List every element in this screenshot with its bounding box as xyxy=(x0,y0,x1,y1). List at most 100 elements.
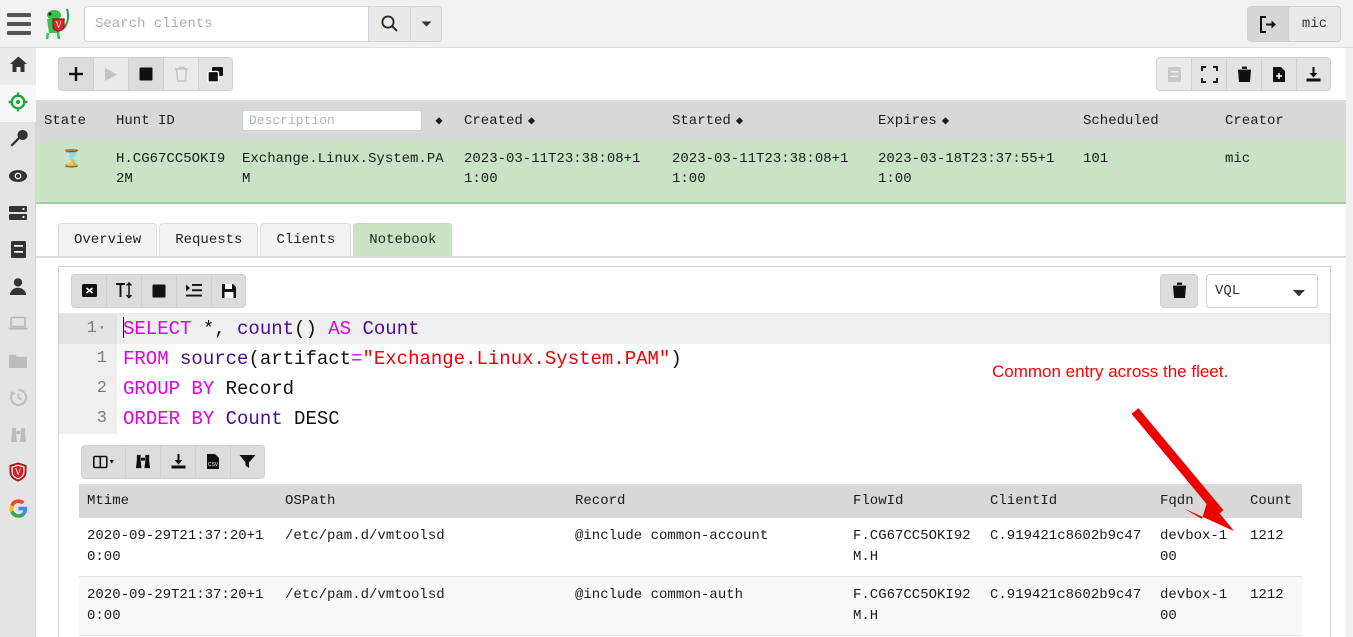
tab-clients[interactable]: Clients xyxy=(260,222,352,256)
stop-hunt-button[interactable] xyxy=(128,57,163,91)
column-label: State xyxy=(44,112,87,129)
hamburger-bar xyxy=(7,30,31,35)
sidebar-item-files[interactable] xyxy=(0,344,36,381)
username-button[interactable]: mic xyxy=(1289,6,1341,42)
column-label: Creator xyxy=(1225,112,1284,129)
column-header-fqdn[interactable]: Fqdn xyxy=(1152,483,1242,518)
column-header-ospath[interactable]: OSPath xyxy=(277,483,567,518)
search-icon[interactable] xyxy=(368,5,410,42)
column-header-flowid[interactable]: FlowId xyxy=(845,483,982,518)
username-label: mic xyxy=(1301,16,1328,32)
book-icon xyxy=(10,240,27,263)
sidebar-item-google[interactable] xyxy=(0,492,36,529)
sidebar-item-users[interactable] xyxy=(0,270,36,307)
notebook-cell-toolbar: VQL xyxy=(59,266,1330,314)
tab-label: Clients xyxy=(276,231,336,248)
text-height-button[interactable] xyxy=(106,273,141,308)
column-header-created[interactable]: Created ◆ xyxy=(456,100,664,141)
column-label: Started xyxy=(672,112,731,129)
sidebar-item-artifacts[interactable] xyxy=(0,122,36,159)
sidebar-item-client-view[interactable] xyxy=(0,307,36,344)
table-row[interactable]: 2020-09-29T21:37:20+10:00 /etc/pam.d/vmt… xyxy=(79,576,1302,636)
table-row[interactable]: ⌛ H.CG67CC5OKI92M Exchange.Linux.System.… xyxy=(36,141,1353,203)
sidebar-item-hunt-search[interactable] xyxy=(0,418,36,455)
binoculars-icon xyxy=(9,426,28,448)
cell-flowid: F.CG67CC5OKI92M.H xyxy=(845,517,982,577)
column-header-count[interactable]: Count xyxy=(1242,483,1302,518)
sidebar-item-history[interactable] xyxy=(0,381,36,418)
page-scrollbar[interactable] xyxy=(1346,48,1353,637)
sort-icon[interactable]: ◆ xyxy=(528,114,535,128)
user-menu-group: mic xyxy=(1247,6,1341,42)
svg-text:V: V xyxy=(55,20,62,30)
logout-icon[interactable] xyxy=(1247,6,1289,42)
column-chooser-button[interactable] xyxy=(81,444,125,479)
code-line[interactable]: 3 ORDER BY Count DESC xyxy=(59,403,1330,434)
velociraptor-logo-icon[interactable]: V xyxy=(38,0,78,48)
line-number: 1 xyxy=(59,343,117,374)
notebook-cell-panel: VQL 1· SELECT *, count() AS Count 1 FROM… xyxy=(58,265,1331,637)
column-header-clientid[interactable]: ClientId xyxy=(982,483,1152,518)
cell-count: 1212 xyxy=(1242,576,1302,636)
indent-cell-button[interactable] xyxy=(176,273,211,308)
search-results-button[interactable] xyxy=(125,444,160,479)
column-label: Expires xyxy=(878,112,937,129)
line-number: 2 xyxy=(59,373,117,404)
delete-cell-button[interactable] xyxy=(1160,273,1198,308)
column-header-started[interactable]: Started ◆ xyxy=(664,100,870,141)
cell-fqdn: devbox-100 xyxy=(1152,517,1242,577)
expand-fullscreen-button[interactable] xyxy=(1191,57,1226,91)
hamburger-menu-icon[interactable] xyxy=(0,0,38,48)
column-header-creator[interactable]: Creator xyxy=(1217,100,1353,141)
shield-v-icon: V xyxy=(9,461,27,486)
tab-label: Notebook xyxy=(369,231,437,248)
notebook-toggle-button[interactable] xyxy=(1156,57,1191,91)
column-header-description[interactable]: ◆ xyxy=(234,100,456,141)
home-icon xyxy=(9,55,28,78)
search-input[interactable] xyxy=(84,5,368,42)
column-header-mtime[interactable]: Mtime xyxy=(79,483,277,518)
cell-record: @include common-account xyxy=(567,517,845,577)
tab-requests[interactable]: Requests xyxy=(159,222,259,256)
new-hunt-button[interactable] xyxy=(58,57,93,91)
tab-overview[interactable]: Overview xyxy=(58,222,158,256)
sort-icon[interactable]: ◆ xyxy=(435,114,442,128)
delete-hunt-button[interactable] xyxy=(163,57,198,91)
column-header-hunt-id[interactable]: Hunt ID xyxy=(108,100,234,141)
column-header-record[interactable]: Record xyxy=(567,483,845,518)
copy-hunt-button[interactable] xyxy=(198,57,233,91)
cancel-cell-button[interactable] xyxy=(71,273,106,308)
sort-icon[interactable]: ◆ xyxy=(942,114,949,128)
filter-results-button[interactable] xyxy=(230,444,265,479)
sidebar-item-velociraptor-shield[interactable]: V xyxy=(0,455,36,492)
user-icon xyxy=(9,277,27,300)
delete-selected-button[interactable] xyxy=(1226,57,1261,91)
hunt-right-buttons xyxy=(1156,57,1331,91)
export-csv-button[interactable]: CSV xyxy=(195,444,230,479)
hunt-scheduled-cell: 101 xyxy=(1075,141,1217,203)
column-header-scheduled[interactable]: Scheduled xyxy=(1075,100,1217,141)
download-results-button[interactable] xyxy=(160,444,195,479)
sidebar-item-notebooks[interactable] xyxy=(0,233,36,270)
column-header-expires[interactable]: Expires ◆ xyxy=(870,100,1075,141)
save-cell-button[interactable] xyxy=(211,273,246,308)
description-filter-input[interactable] xyxy=(242,110,422,131)
tab-label: Overview xyxy=(74,231,142,248)
table-row[interactable]: 2020-09-29T21:37:20+10:00 /etc/pam.d/vmt… xyxy=(79,517,1302,577)
add-file-button[interactable] xyxy=(1261,57,1296,91)
sidebar-item-home[interactable] xyxy=(0,48,36,85)
cell-type-select[interactable]: VQL xyxy=(1206,273,1318,308)
column-header-state[interactable]: State xyxy=(36,100,108,141)
download-results-button[interactable] xyxy=(1296,57,1331,91)
eye-icon xyxy=(8,168,28,188)
stop-cell-button[interactable] xyxy=(141,273,176,308)
tab-notebook[interactable]: Notebook xyxy=(353,222,453,256)
sidebar-item-hunts[interactable] xyxy=(0,85,36,122)
cell-fqdn: devbox-100 xyxy=(1152,576,1242,636)
caret-down-icon[interactable] xyxy=(410,5,442,42)
sidebar-item-vfs-view[interactable] xyxy=(0,159,36,196)
sort-icon[interactable]: ◆ xyxy=(736,114,743,128)
sidebar-item-server-events[interactable] xyxy=(0,196,36,233)
run-hunt-button[interactable] xyxy=(93,57,128,91)
code-line[interactable]: 1· SELECT *, count() AS Count xyxy=(59,313,1330,344)
